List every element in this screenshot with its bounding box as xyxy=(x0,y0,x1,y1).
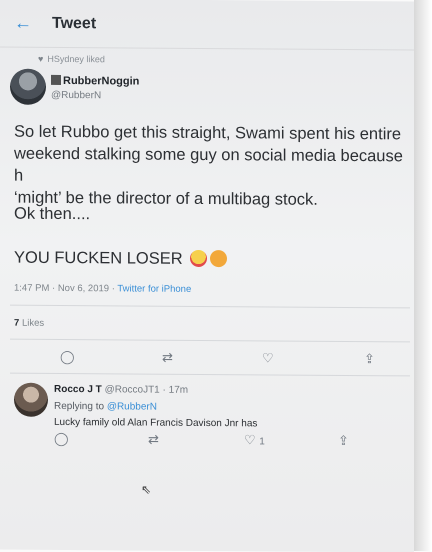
replying-to-handle[interactable]: @RubberN xyxy=(107,401,157,412)
reply-avatar[interactable] xyxy=(14,382,48,417)
account-badge-icon xyxy=(51,74,61,85)
social-context: ♥ HSydney liked xyxy=(38,54,105,64)
author-avatar[interactable] xyxy=(10,68,46,105)
reply-like-icon[interactable]: ♡ 1 xyxy=(244,432,265,448)
cursing-face-emoji-icon xyxy=(210,250,228,268)
tweet-line-2: weekend stalking some guy on social medi… xyxy=(14,144,408,185)
retweet-icon[interactable]: ⇄ xyxy=(162,350,173,366)
tweet-actions: ◯ ⇄ ♡ ⇪ xyxy=(0,349,414,372)
back-arrow-icon[interactable]: ← xyxy=(14,13,32,34)
tweet-meta: 1:47 PM · Nov 6, 2019 · Twitter for iPho… xyxy=(14,283,191,295)
page-title: Tweet xyxy=(52,14,97,33)
divider xyxy=(10,304,410,309)
like-icon[interactable]: ♡ xyxy=(262,350,274,366)
likes-count[interactable]: 7 Likes xyxy=(14,318,44,329)
share-icon[interactable]: ⇪ xyxy=(364,351,375,367)
reply-like-glyph: ♡ xyxy=(244,432,256,448)
liked-by-text[interactable]: HSydney liked xyxy=(47,54,105,64)
reply-like-count: 1 xyxy=(259,436,265,448)
author-handle[interactable]: @RubberN xyxy=(51,90,101,101)
tweet-line-5-row: YOU FUCKEN LOSER xyxy=(14,248,228,269)
divider xyxy=(10,338,410,343)
screen-edge xyxy=(414,0,432,551)
reply-share-icon[interactable]: ⇪ xyxy=(338,433,349,449)
top-bar: ← Tweet xyxy=(0,0,414,51)
tweet-text: So let Rubbo get this straight, Swami sp… xyxy=(14,121,414,212)
divider xyxy=(10,372,410,377)
tweet-source[interactable]: Twitter for iPhone xyxy=(117,283,191,295)
author-name-text[interactable]: RubberNoggin xyxy=(63,75,139,88)
reply-author[interactable]: Rocco J T @RoccoJT1 · 17m xyxy=(54,384,188,396)
reply-handle-time[interactable]: @RoccoJT1 · 17m xyxy=(105,384,189,396)
likes-number: 7 xyxy=(14,317,20,329)
angry-face-emoji-icon xyxy=(190,249,208,268)
reply-actions: ◯ ⇄ ♡ 1 ⇪ xyxy=(0,431,414,454)
reply-retweet-icon[interactable]: ⇄ xyxy=(148,432,159,448)
author-name[interactable]: RubberNoggin xyxy=(51,74,139,88)
tweet-screen: ← Tweet ♥ HSydney liked RubberNoggin @Rub… xyxy=(0,0,414,552)
tweet-timestamp[interactable]: 1:47 PM · Nov 6, 2019 · xyxy=(14,283,117,295)
reply-author-name[interactable]: Rocco J T xyxy=(54,384,102,395)
tweet-line-4: Ok then.... xyxy=(14,204,91,224)
heart-icon: ♥ xyxy=(38,53,44,64)
reply-text: Lucky family old Alan Francis Davison Jn… xyxy=(54,416,258,430)
replying-to: Replying to @RubberN xyxy=(54,401,157,413)
likes-label: Likes xyxy=(21,317,45,329)
replying-to-prefix: Replying to xyxy=(54,400,107,413)
tweet-line-5: YOU FUCKEN LOSER xyxy=(14,248,183,268)
tweet-line-1: So let Rubbo get this straight, Swami sp… xyxy=(14,122,402,144)
reply-icon[interactable]: ◯ xyxy=(60,349,75,365)
reply-reply-icon[interactable]: ◯ xyxy=(54,431,69,447)
mouse-cursor-icon: ⇖ xyxy=(141,482,152,497)
